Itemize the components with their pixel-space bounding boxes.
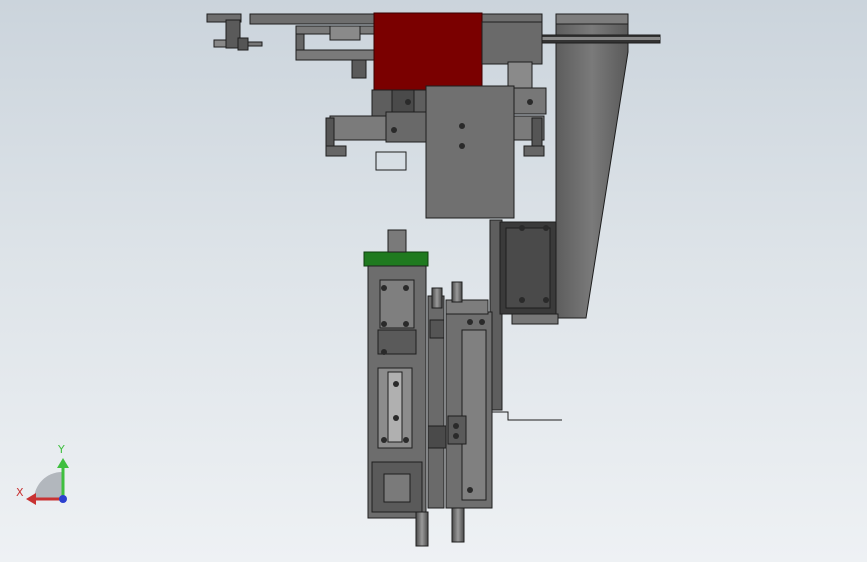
left-housing-pin bbox=[415, 511, 429, 547]
right-slanted-plate bbox=[555, 13, 629, 319]
upper-right-housing bbox=[481, 21, 543, 65]
screw-hole bbox=[393, 381, 399, 387]
triad-plane-shade bbox=[34, 472, 62, 500]
screw-hole bbox=[391, 127, 397, 133]
right-plate-cap bbox=[555, 13, 629, 25]
right-actuator-pin bbox=[451, 507, 465, 543]
right-actuator-top-pin bbox=[451, 281, 463, 303]
top-left-washer bbox=[247, 41, 263, 47]
screw-hole bbox=[381, 285, 387, 291]
triad-y-arrow bbox=[57, 458, 69, 468]
screw-hole bbox=[459, 143, 465, 149]
screw-hole bbox=[459, 123, 465, 129]
screw-hole bbox=[479, 319, 485, 325]
orientation-triad bbox=[26, 458, 69, 505]
screw-hole bbox=[381, 437, 387, 443]
triad-y-label: Y bbox=[58, 443, 65, 456]
screw-hole bbox=[381, 349, 387, 355]
middle-rail-top-pin bbox=[431, 287, 443, 309]
lower-right-lever bbox=[492, 411, 562, 421]
screw-hole bbox=[403, 285, 409, 291]
screw-hole bbox=[467, 319, 473, 325]
screw-hole bbox=[519, 297, 525, 303]
top-left-nut bbox=[237, 37, 249, 51]
screw-hole bbox=[453, 433, 459, 439]
red-highlight-block bbox=[373, 12, 483, 92]
screw-hole bbox=[381, 321, 387, 327]
screw-hole bbox=[453, 423, 459, 429]
right-actuator-rail bbox=[461, 329, 487, 501]
main-carrier-plate bbox=[425, 85, 515, 219]
screw-hole bbox=[543, 225, 549, 231]
right-actuator-clamp bbox=[447, 415, 467, 445]
triad-x-arrow bbox=[26, 493, 36, 505]
assembly-drawing bbox=[26, 12, 661, 547]
middle-rail-box bbox=[427, 425, 447, 449]
triad-x-label: X bbox=[16, 486, 24, 499]
screw-hole bbox=[405, 99, 411, 105]
top-left-screw bbox=[213, 39, 227, 48]
motor-lower-flange bbox=[511, 313, 559, 325]
screw-hole bbox=[403, 437, 409, 443]
cross-slide-hook bbox=[375, 151, 407, 171]
middle-rail-block bbox=[429, 319, 445, 339]
upper-small-screw bbox=[351, 59, 367, 79]
screw-hole bbox=[403, 321, 409, 327]
cross-slide-left-foot bbox=[325, 145, 347, 157]
servo-motor-face bbox=[505, 227, 551, 309]
green-cap-post bbox=[387, 229, 407, 253]
screw-hole bbox=[543, 297, 549, 303]
upper-linkage-spring bbox=[329, 25, 361, 41]
upper-linkage-base bbox=[295, 49, 377, 61]
green-top-cap bbox=[363, 251, 429, 267]
cad-viewport[interactable]: Y X bbox=[0, 0, 867, 562]
screw-hole bbox=[393, 415, 399, 421]
screw-hole bbox=[527, 99, 533, 105]
cross-slide-right-foot bbox=[523, 145, 545, 157]
screw-hole bbox=[519, 225, 525, 231]
screw-hole bbox=[467, 487, 473, 493]
triad-z-origin bbox=[59, 495, 67, 503]
left-housing-lower-window bbox=[383, 473, 411, 503]
